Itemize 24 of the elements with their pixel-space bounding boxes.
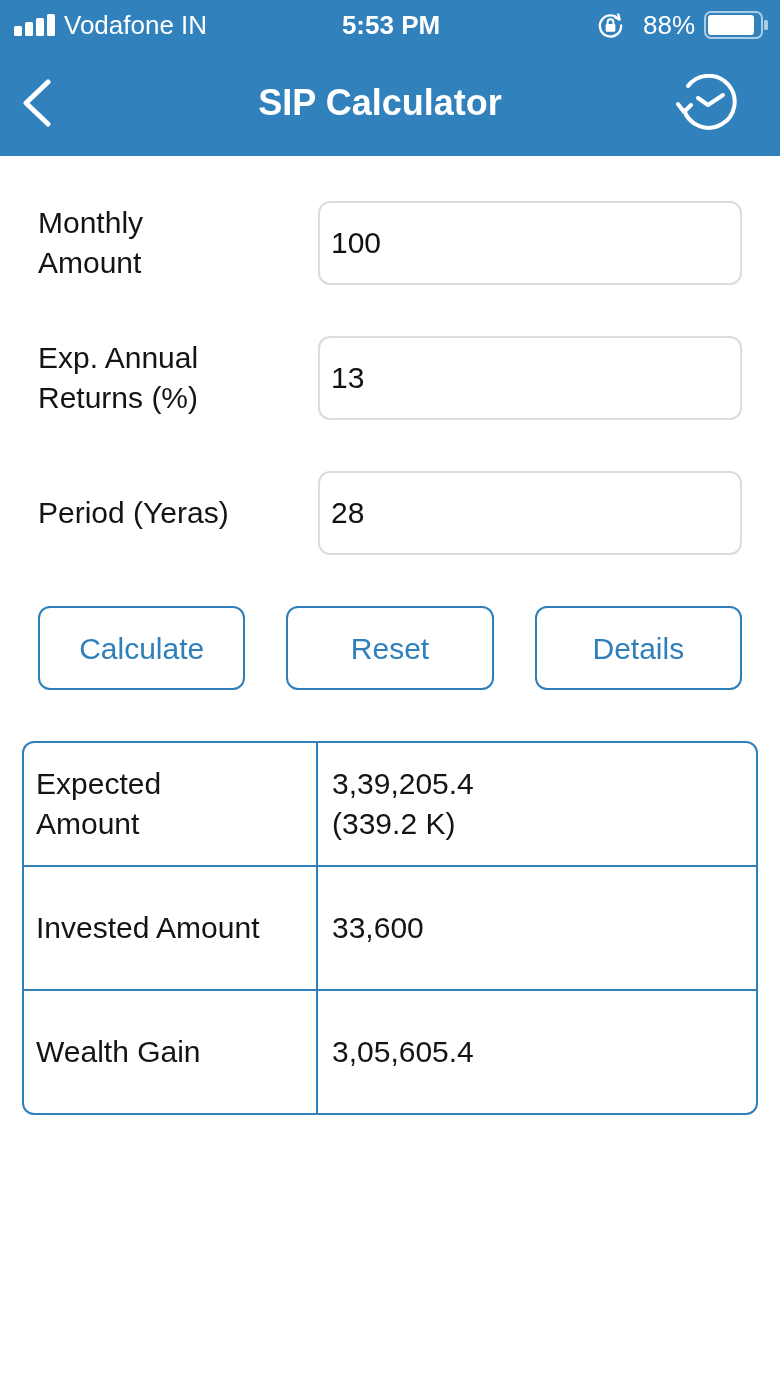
table-cell: Expected Amount — [24, 743, 318, 867]
text-input[interactable]: 100 — [318, 201, 742, 285]
table-cell: 33,600 — [318, 867, 756, 991]
text-input[interactable]: 13 — [318, 336, 742, 420]
status-time: 5:53 PM — [341, 8, 441, 42]
carrier-name: Vodafone IN — [64, 8, 208, 42]
table-cell-text: 3,05,605.4 — [331, 1034, 475, 1070]
battery-icon — [704, 11, 768, 39]
table-cell: Wealth Gain — [24, 991, 318, 1113]
action-button[interactable]: Reset — [286, 606, 494, 690]
field-label: Exp. Annual Returns (%) — [38, 340, 200, 416]
table-cell: 3,39,205.4 (339.2 K) — [318, 743, 756, 867]
rotation-lock-icon — [596, 11, 624, 39]
screen-title: SIP Calculator — [258, 81, 502, 125]
history-icon — [676, 74, 738, 132]
table-cell: Invested Amount — [24, 867, 318, 991]
field-label: Period (Yeras) — [38, 495, 230, 531]
field-label: Monthly Amount — [38, 205, 145, 281]
action-button[interactable]: Details — [534, 606, 742, 690]
signal-icon — [14, 14, 56, 36]
battery-percent: 88% — [642, 8, 695, 42]
action-button[interactable]: Calculate — [38, 606, 246, 690]
text-input[interactable]: 28 — [318, 471, 742, 555]
back-icon — [22, 79, 52, 127]
